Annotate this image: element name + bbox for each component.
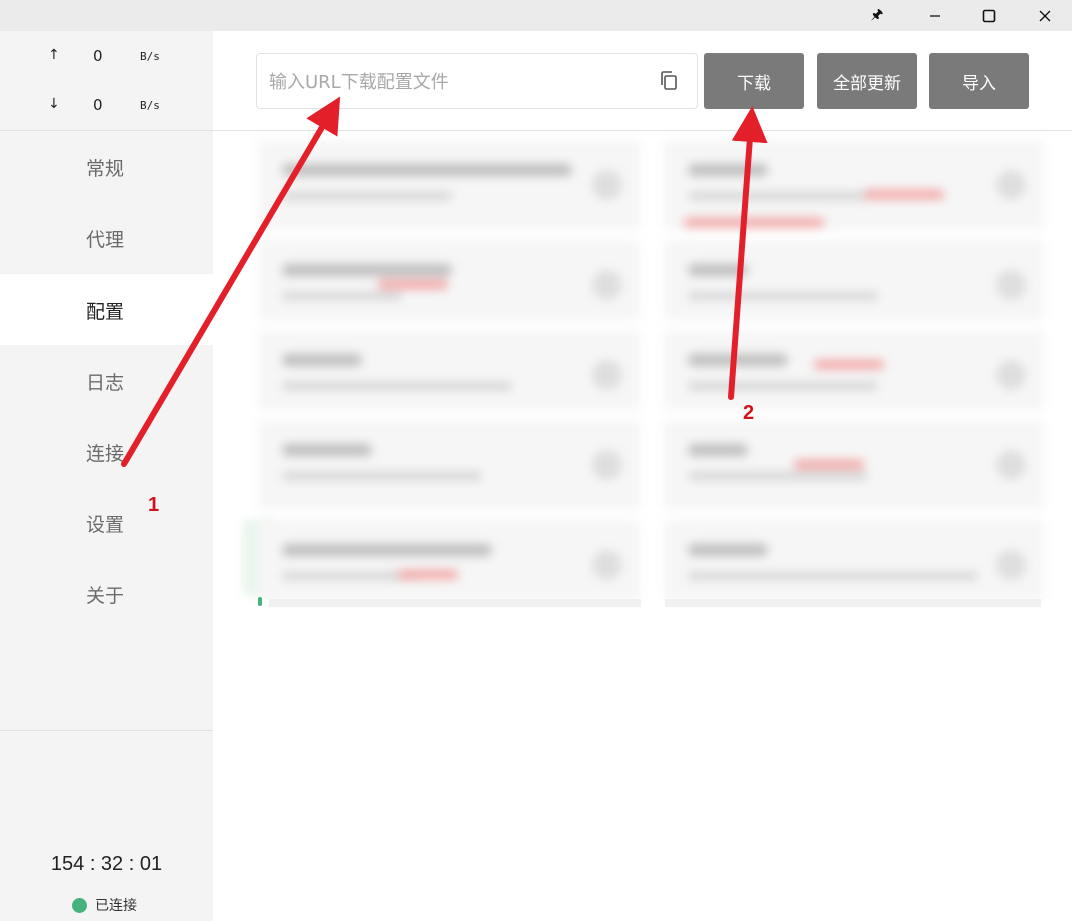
traffic-panel: ↑ 0 B/s ↓ 0 B/s xyxy=(0,31,213,131)
profile-card[interactable] xyxy=(258,420,640,510)
connection-status-label: 已连接 xyxy=(95,898,137,914)
upload-speed: ↑ 0 B/s xyxy=(0,45,213,69)
sidebar-item-label: 连接 xyxy=(86,443,125,465)
download-unit: B/s xyxy=(140,99,160,112)
minimize-icon[interactable] xyxy=(910,0,960,31)
sidebar-item-settings[interactable]: 设置 xyxy=(0,487,213,558)
sidebar-item-connections[interactable]: 连接 xyxy=(0,416,213,487)
paste-icon[interactable] xyxy=(657,69,681,93)
sidebar-item-logs[interactable]: 日志 xyxy=(0,345,213,416)
url-input-box xyxy=(256,53,698,109)
download-button[interactable]: 下载 xyxy=(704,53,804,109)
profile-card[interactable] xyxy=(664,240,1044,320)
profile-card[interactable] xyxy=(664,520,1044,600)
sidebar-item-general[interactable]: 常规 xyxy=(0,131,213,202)
sidebar-item-label: 日志 xyxy=(86,372,125,394)
status-dot-icon xyxy=(72,897,87,913)
sidebar-nav: 常规 代理 配置 日志 连接 设置 关于 xyxy=(0,131,213,731)
url-input[interactable] xyxy=(269,68,639,96)
sidebar-item-label: 常规 xyxy=(86,158,125,180)
profile-card[interactable] xyxy=(664,140,1044,230)
sidebar-item-label: 设置 xyxy=(86,514,125,536)
profile-card[interactable] xyxy=(258,330,640,410)
profile-progress-bar xyxy=(665,599,1041,607)
pin-icon[interactable]: 🖈 xyxy=(852,0,902,31)
sidebar-item-about[interactable]: 关于 xyxy=(0,558,213,629)
download-speed: ↓ 0 B/s xyxy=(0,94,213,118)
connection-status: 已连接 xyxy=(72,895,137,915)
close-icon[interactable] xyxy=(1020,0,1070,31)
profile-card[interactable] xyxy=(664,420,1044,510)
sidebar-item-profiles[interactable]: 配置 xyxy=(0,274,213,345)
import-button[interactable]: 导入 xyxy=(929,53,1029,109)
sidebar-item-label: 关于 xyxy=(86,585,125,607)
annotation-label-1: 1 xyxy=(148,494,160,516)
nav-divider xyxy=(0,730,213,731)
profile-progress-bar xyxy=(269,599,641,607)
sidebar: ↑ 0 B/s ↓ 0 B/s 常规 代理 配置 日志 连接 设置 关于 154… xyxy=(0,31,213,921)
download-value: 0 xyxy=(93,96,103,114)
update-all-button[interactable]: 全部更新 xyxy=(817,53,917,109)
sidebar-item-label: 代理 xyxy=(86,229,125,251)
sidebar-item-label: 配置 xyxy=(86,301,125,323)
profile-card[interactable] xyxy=(258,240,640,320)
title-bar: 🖈 xyxy=(0,0,1072,31)
upload-value: 0 xyxy=(93,47,103,65)
active-profile-marker xyxy=(258,597,262,606)
upload-unit: B/s xyxy=(140,50,160,63)
profile-card[interactable] xyxy=(664,330,1044,410)
profiles-toolbar: 下载 全部更新 导入 xyxy=(213,31,1072,131)
sidebar-item-proxy[interactable]: 代理 xyxy=(0,202,213,273)
profile-card[interactable] xyxy=(258,520,640,600)
profile-card[interactable] xyxy=(258,140,640,230)
upload-arrow-icon: ↑ xyxy=(48,47,60,63)
maximize-icon[interactable] xyxy=(964,0,1014,31)
uptime-timer: 154 : 32 : 01 xyxy=(50,853,163,875)
annotation-label-2: 2 xyxy=(743,402,755,424)
download-arrow-icon: ↓ xyxy=(48,96,60,112)
